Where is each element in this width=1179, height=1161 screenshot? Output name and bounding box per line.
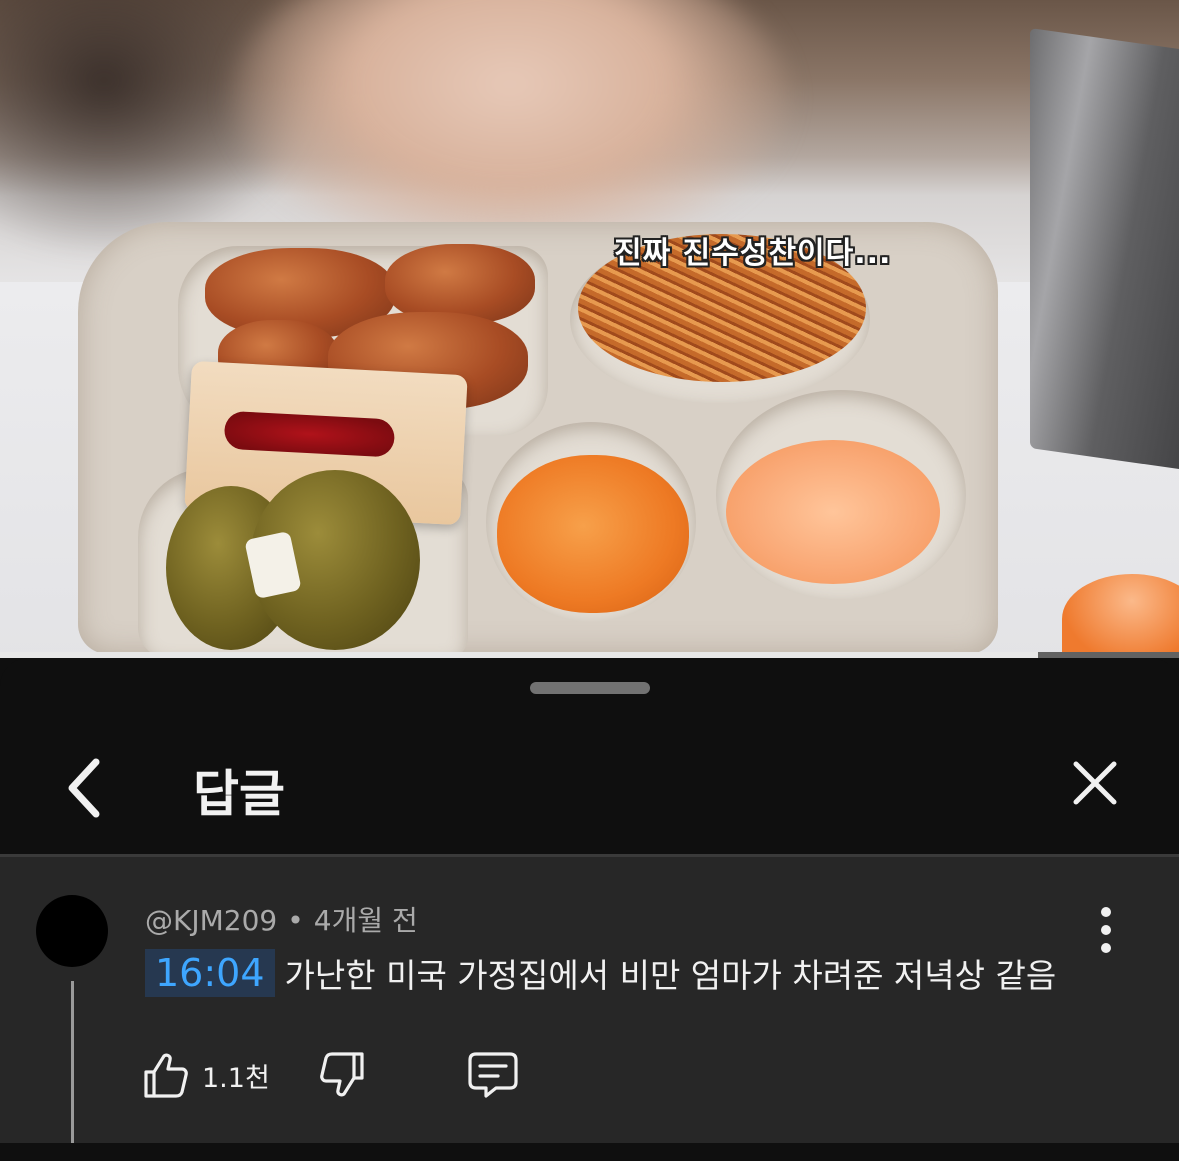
more-options-button[interactable]: [1090, 907, 1124, 957]
thumbs-up-icon: [144, 1053, 188, 1098]
video-caption: 진짜 진수성찬이다...: [614, 236, 892, 271]
sheet-header: 답글: [0, 728, 1179, 854]
close-icon: [1073, 761, 1117, 805]
timestamp-link[interactable]: 16:04: [145, 949, 275, 997]
orange-sauce: [497, 455, 689, 613]
sheet-title: 답글: [193, 765, 285, 823]
more-vertical-icon: [1101, 943, 1111, 953]
meta-separator: •: [287, 904, 304, 937]
jam: [223, 410, 396, 458]
back-button[interactable]: [56, 752, 112, 824]
comment-actions: 1.1천: [140, 1047, 520, 1103]
thumbs-down-icon: [319, 1052, 364, 1097]
close-button[interactable]: [1062, 750, 1128, 816]
comment-meta: @KJM209 • 4개월 전: [145, 899, 418, 939]
pink-sauce: [726, 440, 940, 584]
avatar[interactable]: [36, 895, 108, 967]
dislike-button[interactable]: [318, 1050, 368, 1100]
more-vertical-icon: [1101, 907, 1111, 917]
video-frame[interactable]: 진짜 진수성찬이다...: [0, 0, 1179, 652]
more-vertical-icon: [1101, 925, 1111, 935]
sheet-footer: [0, 1143, 1179, 1161]
comment-item: @KJM209 • 4개월 전 16:04 가난한 미국 가정집에서 비만 엄마가 …: [0, 857, 1179, 1161]
comment-body: 16:04 가난한 미국 가정집에서 비만 엄마가 차려준 저녁상 같음: [145, 949, 1056, 997]
like-count: 1.1천: [202, 1062, 270, 1094]
comment-author[interactable]: @KJM209: [145, 904, 277, 937]
comment-text: 가난한 미국 가정집에서 비만 엄마가 차려준 저녁상 같음: [284, 956, 1057, 995]
steel-container: [1030, 28, 1179, 472]
like-button[interactable]: 1.1천: [140, 1050, 270, 1100]
chevron-left-icon: [68, 758, 100, 818]
thread-line: [71, 981, 74, 1161]
reply-icon: [468, 1052, 518, 1098]
replies-sheet: 답글 @KJM209 • 4개월 전 16:04 가난한 미국 가정집에서 비만 엄…: [0, 658, 1179, 1161]
drag-handle[interactable]: [530, 682, 650, 694]
comment-time: 4개월 전: [313, 904, 418, 937]
reply-button[interactable]: [466, 1050, 520, 1100]
